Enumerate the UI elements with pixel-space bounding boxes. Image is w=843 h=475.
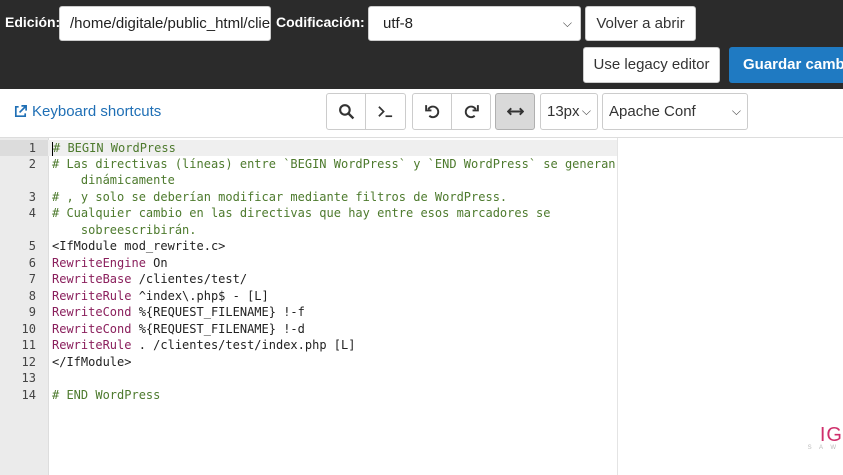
code-line[interactable]: 14 # END WordPress: [0, 387, 843, 404]
code-line[interactable]: 6 RewriteEngine On: [0, 255, 843, 272]
watermark-subtext: S A W: [807, 445, 839, 451]
directive-args: On: [145, 256, 168, 270]
directive: RewriteRule: [52, 338, 132, 352]
code-line[interactable]: 10 RewriteCond %{REQUEST_FILENAME} !-d: [0, 321, 843, 338]
watermark-logo: IG: [819, 424, 843, 446]
code-line-wrap[interactable]: sobreescribirán.: [0, 222, 843, 239]
line-number: 8: [28, 289, 36, 303]
code-text-wrap: dinámicamente: [52, 173, 175, 187]
goto-line-button[interactable]: [365, 93, 406, 130]
edit-label: Edición:: [5, 14, 61, 30]
code-text: # Las directivas (líneas) entre `BEGIN W…: [52, 157, 616, 171]
syntax-mode-value: Apache Conf: [609, 103, 696, 120]
legacy-editor-button[interactable]: Use legacy editor: [583, 47, 720, 83]
directive: RewriteEngine: [52, 256, 146, 270]
line-number: 6: [28, 256, 36, 270]
encoding-value: utf-8: [383, 15, 414, 32]
redo-button[interactable]: [451, 93, 491, 130]
code-line[interactable]: 2 # Las directivas (líneas) entre `BEGIN…: [0, 156, 843, 173]
directive-args: %{REQUEST_FILENAME} !-f: [131, 305, 305, 319]
line-number: 1: [28, 141, 36, 155]
syntax-mode-select[interactable]: Apache Conf ⌵: [602, 93, 748, 130]
save-changes-button[interactable]: Guardar cambios: [729, 47, 843, 83]
line-number: 9: [28, 305, 36, 319]
code-line[interactable]: 3 # , y solo se deberían modificar media…: [0, 189, 843, 206]
code-line[interactable]: 8 RewriteRule ^index\.php$ - [L]: [0, 288, 843, 305]
directive: RewriteCond: [52, 322, 132, 336]
code-line[interactable]: 9 RewriteCond %{REQUEST_FILENAME} !-f: [0, 304, 843, 321]
wrap-toggle-button[interactable]: [495, 93, 535, 130]
code-text: <IfModule mod_rewrite.c>: [52, 239, 226, 253]
code-line-wrap[interactable]: dinámicamente: [0, 172, 843, 189]
directive-args: . /clientes/test/index.php [L]: [131, 338, 356, 352]
line-number: 5: [28, 239, 36, 253]
font-size-select[interactable]: 13px ⌵: [540, 93, 598, 130]
code-editor[interactable]: 1 # BEGIN WordPress 2 # Las directivas (…: [0, 137, 843, 475]
keyboard-shortcuts-label: Keyboard shortcuts: [32, 103, 162, 120]
directive-args: /clientes/test/: [131, 272, 248, 286]
editor-header: Edición: /home/digitale/public_html/clie…: [0, 0, 843, 89]
code-line[interactable]: 5 <IfModule mod_rewrite.c>: [0, 238, 843, 255]
code-line[interactable]: 1 # BEGIN WordPress: [0, 140, 843, 157]
redo-icon: [464, 105, 479, 119]
keyboard-shortcuts-link[interactable]: Keyboard shortcuts: [13, 103, 161, 120]
encoding-select[interactable]: utf-8 ⌵: [368, 6, 581, 41]
file-path-input[interactable]: /home/digitale/public_html/clientes/test…: [59, 6, 271, 41]
search-icon: [338, 104, 354, 120]
line-number: 14: [21, 388, 36, 402]
arrows-horizontal-icon: [506, 107, 524, 116]
search-button[interactable]: [326, 93, 366, 130]
code-text-wrap: sobreescribirán.: [52, 223, 197, 237]
undo-button[interactable]: [412, 93, 452, 130]
terminal-icon: [378, 106, 393, 118]
code-text: # , y solo se deberían modificar mediant…: [52, 190, 508, 204]
chevron-down-icon: ⌵: [562, 16, 572, 30]
encoding-label: Codificación:: [276, 14, 365, 30]
chevron-down-icon: ⌵: [731, 104, 741, 118]
reopen-button[interactable]: Volver a abrir: [585, 6, 696, 41]
external-link-icon: [14, 105, 27, 118]
chevron-down-icon: ⌵: [581, 104, 591, 118]
code-text: # BEGIN WordPress: [53, 141, 176, 155]
code-line[interactable]: 7 RewriteBase /clientes/test/: [0, 271, 843, 288]
directive: RewriteCond: [52, 305, 132, 319]
line-number: 12: [21, 355, 36, 369]
directive: RewriteRule: [52, 289, 132, 303]
code-line[interactable]: 13: [0, 370, 843, 387]
code-line[interactable]: 12 </IfModule>: [0, 354, 843, 371]
undo-icon: [424, 105, 439, 119]
directive-args: %{REQUEST_FILENAME} !-d: [131, 322, 305, 336]
line-number: 7: [28, 272, 36, 286]
directive: RewriteBase: [52, 272, 132, 286]
font-size-value: 13px: [547, 103, 580, 120]
line-number: 4: [28, 206, 36, 220]
code-line[interactable]: 11 RewriteRule . /clientes/test/index.ph…: [0, 337, 843, 354]
code-text: </IfModule>: [52, 355, 132, 369]
line-number: 11: [21, 338, 36, 352]
line-number: 2: [28, 157, 36, 171]
line-number: 3: [28, 190, 36, 204]
code-text: # Cualquier cambio en las directivas que…: [52, 206, 551, 220]
line-number: 10: [21, 322, 36, 336]
code-line[interactable]: 4 # Cualquier cambio en las directivas q…: [0, 205, 843, 222]
line-number: 13: [21, 371, 36, 385]
directive-args: ^index\.php$ - [L]: [131, 289, 269, 303]
code-text: # END WordPress: [52, 388, 161, 402]
